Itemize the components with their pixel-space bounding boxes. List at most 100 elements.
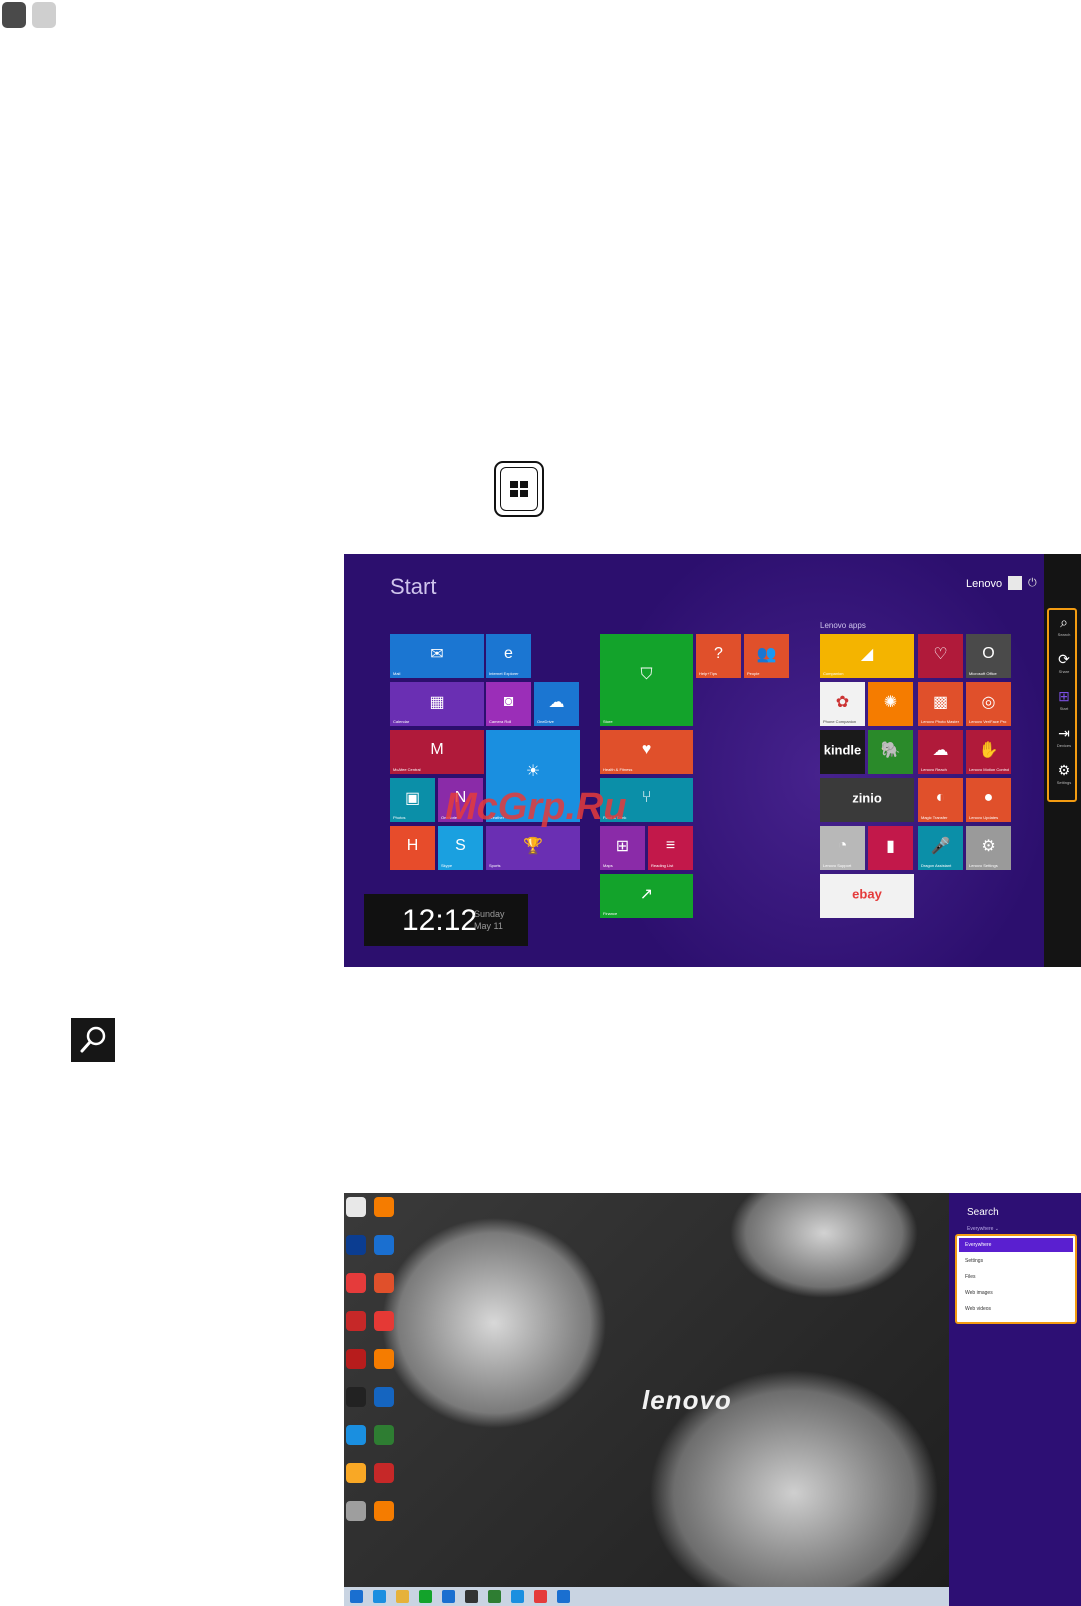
clock-day: Sunday — [474, 909, 505, 919]
tile[interactable]: ✉ Mail — [390, 634, 484, 678]
search-scope[interactable]: Everywhere ⌄ — [967, 1226, 999, 1232]
desktop-shortcut-icon[interactable] — [374, 1463, 394, 1483]
tile-label: Lenovo Photo Master — [921, 719, 960, 724]
tile[interactable]: 🐘 — [868, 730, 913, 774]
tile[interactable]: H — [390, 826, 435, 870]
tile[interactable]: ♥ Health & Fitness — [600, 730, 693, 774]
charm-share[interactable]: ⟳ Share — [1049, 651, 1079, 674]
tile[interactable]: ◢ Companion — [820, 634, 914, 678]
desktop-shortcut-icon[interactable] — [346, 1235, 366, 1255]
tile[interactable]: 🎤 Dragon Assistant — [918, 826, 963, 870]
charm-label: Settings — [1056, 780, 1072, 785]
tile-label: Finance — [603, 911, 618, 916]
taskbar-app-icon[interactable] — [534, 1590, 547, 1603]
desktop-shortcut-icon[interactable] — [346, 1501, 366, 1521]
tile[interactable]: ◙ Camera Roll — [486, 682, 531, 726]
desktop-shortcut-icon[interactable] — [346, 1387, 366, 1407]
search-pane: Search Everywhere ⌄ Everywhere Settings Fi… — [949, 1193, 1081, 1606]
taskbar-app-icon[interactable] — [488, 1590, 501, 1603]
tile[interactable]: ↗ Finance — [600, 874, 693, 918]
taskbar-app-icon[interactable] — [396, 1590, 409, 1603]
sun-app-icon: ✺ — [883, 693, 898, 711]
chart-icon: ↗ — [639, 885, 654, 903]
tile[interactable]: ⚙ Lenovo Settings — [966, 826, 1011, 870]
companion-icon: ◢ — [860, 645, 874, 663]
calendar-icon: ▦ — [429, 693, 445, 711]
search-option[interactable]: Web images — [959, 1286, 1073, 1300]
tile[interactable]: e Internet Explorer — [486, 634, 531, 678]
lenovo-logo: lenovo — [642, 1385, 732, 1415]
tile-label: Help+Tips — [699, 671, 717, 676]
search-option[interactable]: Files — [959, 1270, 1073, 1284]
search-icon: ⌕ — [1060, 614, 1068, 630]
desktop-screen: lenovo Search Everywhere ⌄ Everywhere Set… — [344, 1193, 1081, 1606]
desktop-shortcut-icon[interactable] — [346, 1197, 366, 1217]
user-name[interactable]: Lenovo — [966, 578, 1002, 590]
tile[interactable]: ? Help+Tips — [696, 634, 741, 678]
tile[interactable]: zinio — [820, 778, 914, 822]
desktop-shortcut-icon[interactable] — [346, 1425, 366, 1445]
charm-search[interactable]: ⌕ Search — [1049, 614, 1079, 637]
desktop-shortcut-icon[interactable] — [374, 1235, 394, 1255]
tile[interactable]: S Skype — [438, 826, 483, 870]
tile[interactable]: O Microsoft Office — [966, 634, 1011, 678]
avatar[interactable] — [1008, 576, 1022, 590]
power-icon[interactable]: ⏻ — [1028, 577, 1037, 590]
tile[interactable]: ▮ — [868, 826, 913, 870]
tile[interactable]: ✋ Lenovo Motion Control — [966, 730, 1011, 774]
search-option[interactable]: Everywhere — [959, 1238, 1073, 1252]
desktop-shortcut-icon[interactable] — [346, 1463, 366, 1483]
desktop-shortcut-icon[interactable] — [346, 1273, 366, 1293]
tile[interactable]: ♡ — [918, 634, 963, 678]
tile[interactable]: kindle — [820, 730, 865, 774]
tile[interactable]: ◔ Lenovo Support — [820, 826, 865, 870]
taskbar-app-icon[interactable] — [465, 1590, 478, 1603]
taskbar-app-icon[interactable] — [350, 1590, 363, 1603]
tile[interactable]: ebay — [820, 874, 914, 918]
taskbar-app-icon[interactable] — [511, 1590, 524, 1603]
desktop-shortcut-icon[interactable] — [374, 1501, 394, 1521]
tile[interactable]: ▣ Photos — [390, 778, 435, 822]
evernote-icon: 🐘 — [880, 741, 901, 759]
tile[interactable]: 🏆 Sports — [486, 826, 580, 870]
desktop-shortcut-icon[interactable] — [374, 1197, 394, 1217]
charm-devices[interactable]: ⇥ Devices — [1049, 725, 1079, 748]
search-option[interactable]: Settings — [959, 1254, 1073, 1268]
tile[interactable]: 👥 People — [744, 634, 789, 678]
desktop-shortcut-icon[interactable] — [374, 1349, 394, 1369]
charm-start[interactable]: ⊞ Start — [1049, 688, 1079, 711]
tile[interactable]: ✺ — [868, 682, 913, 726]
tile-label: Photos — [393, 815, 406, 820]
charm-settings[interactable]: ⚙ Settings — [1049, 762, 1079, 785]
tile[interactable]: ▦ Calendar — [390, 682, 484, 726]
tile[interactable]: ● Lenovo Updates — [966, 778, 1011, 822]
taskbar-app-icon[interactable] — [373, 1590, 386, 1603]
tile[interactable]: ✿ Phone Companion — [820, 682, 865, 726]
desktop-shortcut-icon[interactable] — [374, 1311, 394, 1331]
tile[interactable]: ☁ Lenovo Reach — [918, 730, 963, 774]
tile[interactable]: ☁ OneDrive — [534, 682, 579, 726]
desktop-shortcut-icon[interactable] — [346, 1311, 366, 1331]
tile[interactable]: ◎ Lenovo VeriFace Pro — [966, 682, 1011, 726]
tile[interactable]: ▩ Lenovo Photo Master — [918, 682, 963, 726]
tile[interactable]: ⛉ Store — [600, 634, 693, 726]
taskbar-app-icon[interactable] — [419, 1590, 432, 1603]
desktop-shortcut-icon[interactable] — [346, 1349, 366, 1369]
search-option[interactable]: Web videos — [959, 1302, 1073, 1316]
tile[interactable]: ⊞ Maps — [600, 826, 645, 870]
clock-date-text: May 11 — [474, 921, 503, 931]
dragon-icon: 🎤 — [930, 837, 951, 855]
desktop-shortcut-icon[interactable] — [374, 1425, 394, 1445]
desktop-shortcut-icon[interactable] — [374, 1387, 394, 1407]
taskbar-app-icon[interactable] — [442, 1590, 455, 1603]
tile[interactable]: ◐ Magic Transfer — [918, 778, 963, 822]
section-label: Lenovo apps — [820, 621, 866, 630]
tile-label: Lenovo Reach — [921, 767, 947, 772]
tile-label: Camera Roll — [489, 719, 512, 724]
trophy-icon: 🏆 — [523, 837, 543, 855]
tile[interactable]: ≡ Reading List — [648, 826, 693, 870]
taskbar-app-icon[interactable] — [557, 1590, 570, 1603]
charms-highlight: ⌕ Search ⟳ Share ⊞ Start ⇥ Devices ⚙ Settings — [1047, 608, 1077, 802]
desktop-shortcut-icon[interactable] — [374, 1273, 394, 1293]
tile[interactable]: M McAfee Central — [390, 730, 484, 774]
